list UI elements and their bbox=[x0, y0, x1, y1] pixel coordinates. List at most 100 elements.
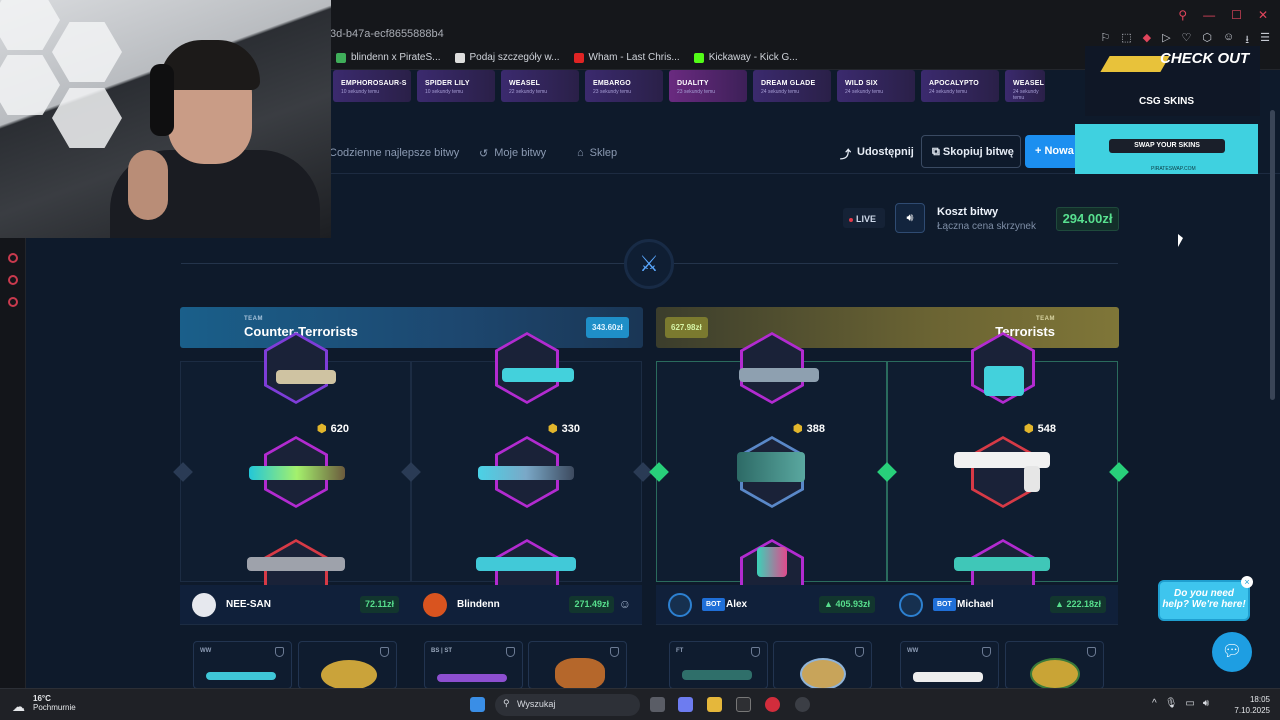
bookmark[interactable]: Podaj szczegóły w... bbox=[454, 52, 560, 63]
player-row[interactable]: Blindenn 271.49zł ☺ bbox=[411, 585, 642, 625]
won-item-card[interactable] bbox=[1005, 641, 1104, 690]
won-item-card[interactable] bbox=[528, 641, 627, 690]
pistol-grip bbox=[1024, 466, 1040, 492]
shield-icon bbox=[610, 647, 619, 657]
search-icon[interactable]: ⚲ bbox=[1178, 8, 1187, 22]
system-tray: ^ 🎙︎ ▭ 🔊︎ bbox=[1152, 698, 1209, 709]
case-tile[interactable]: DREAM GLADE 24 sekundy temu bbox=[753, 70, 831, 102]
copilot-icon[interactable] bbox=[678, 697, 693, 712]
live-dot-icon bbox=[849, 217, 853, 222]
team-t-amount: 627.98zł bbox=[665, 317, 708, 338]
shield-icon bbox=[982, 647, 991, 657]
item-price: ⬢ 388 bbox=[793, 423, 825, 435]
case-tile[interactable]: EMPHOROSAUR-S 10 sekundy temu bbox=[333, 70, 411, 102]
app-icon[interactable] bbox=[795, 697, 810, 712]
store-icon[interactable] bbox=[736, 697, 751, 712]
player-row[interactable]: BOT Michael ▲ 222.18zł bbox=[887, 585, 1118, 625]
windows-start-icon[interactable] bbox=[470, 697, 485, 712]
case-tile[interactable]: APOCALYPTO 24 sekundy temu bbox=[921, 70, 999, 102]
player-row[interactable]: NEE-SAN 72.11zł bbox=[180, 585, 411, 625]
volume-icon[interactable]: 🔊︎ bbox=[1203, 698, 1209, 709]
won-item-card[interactable]: WW bbox=[900, 641, 999, 689]
battle-cost-subtitle: Łączna cena skrzynek bbox=[937, 221, 1036, 232]
shield-icon bbox=[380, 647, 389, 657]
bookmark[interactable]: Wham - Last Chris... bbox=[573, 52, 680, 63]
coin-icon: ⬢ bbox=[793, 423, 803, 435]
copy-icon: ⧉ bbox=[932, 146, 943, 158]
case-tile[interactable]: WEASEL 22 sekundy temu bbox=[501, 70, 579, 102]
shield-icon bbox=[1087, 647, 1096, 657]
recent-cases-strip: EMPHOROSAUR-S 10 sekundy temu SPIDER LILY… bbox=[331, 70, 1087, 106]
kick-icon bbox=[693, 52, 704, 63]
nav-daily-battles[interactable]: Codzienne najlepsze bitwy bbox=[329, 147, 459, 159]
share-button[interactable]: ⤴ Udostępnij bbox=[840, 146, 914, 162]
arrow-up-icon: ▲ bbox=[824, 599, 836, 609]
maximize-icon[interactable]: ☐ bbox=[1231, 8, 1242, 22]
nav-my-battles[interactable]: ↺ Moje bitwy bbox=[479, 147, 546, 160]
sound-toggle[interactable]: 🔊︎ bbox=[895, 203, 925, 233]
team-ct-header: TEAM Counter-Terrorists 343.60zł bbox=[180, 307, 643, 348]
bot-avatar-icon bbox=[668, 593, 692, 617]
share-icon: ⤴ bbox=[840, 149, 851, 161]
pistol-skin bbox=[737, 452, 805, 482]
won-item-card[interactable]: FT bbox=[669, 641, 768, 689]
copy-battle-button[interactable]: ⧉ Skopiuj bitwę bbox=[921, 135, 1021, 168]
address-bar[interactable]: 3d-b47a-ecf8655888b4 bbox=[330, 28, 444, 40]
history-icon[interactable] bbox=[8, 253, 18, 263]
won-item-card[interactable]: WW bbox=[193, 641, 292, 689]
minimize-icon[interactable]: — bbox=[1203, 8, 1215, 22]
file-explorer-icon[interactable] bbox=[707, 697, 722, 712]
nav-shop[interactable]: ⌂ Sklep bbox=[577, 147, 617, 159]
won-item-card[interactable] bbox=[773, 641, 872, 690]
bookmark[interactable]: blindenn x PirateS... bbox=[336, 52, 441, 63]
chevron-up-icon[interactable]: ^ bbox=[1152, 698, 1157, 709]
battle-cost-value: 294.00zł bbox=[1056, 207, 1119, 231]
pirateswap-ad[interactable]: SWAP YOUR SKINS PIRATESWAP.COM bbox=[1075, 124, 1258, 174]
battle-cost-title: Koszt bitwy bbox=[937, 206, 999, 218]
bookmark[interactable]: Kickaway - Kick G... bbox=[693, 52, 798, 63]
won-item-card[interactable]: BS | ST bbox=[424, 641, 523, 689]
player-reel: ⬢ 330 bbox=[411, 332, 642, 611]
bell-icon[interactable] bbox=[8, 275, 18, 285]
cart-icon: ⌂ bbox=[577, 147, 584, 159]
player-name: Blindenn bbox=[457, 599, 500, 610]
smiley-icon[interactable]: ☺ bbox=[619, 597, 631, 611]
help-bubble[interactable]: Do you need help? We're here! bbox=[1158, 580, 1250, 621]
team-ct-amount: 343.60zł bbox=[586, 317, 629, 338]
settings-icon[interactable] bbox=[8, 297, 18, 307]
network-icon[interactable]: ▭ bbox=[1185, 698, 1194, 709]
csgoskins-ad[interactable]: CHECK OUT CSG SKINS bbox=[1085, 46, 1260, 116]
shield-icon bbox=[275, 647, 284, 657]
won-item-card[interactable] bbox=[298, 641, 397, 690]
case-tile[interactable]: SPIDER LILY 10 sekundy temu bbox=[417, 70, 495, 102]
clock[interactable]: 18:05 7.10.2025 bbox=[1234, 694, 1270, 716]
player-value: ▲ 222.18zł bbox=[1050, 596, 1106, 613]
crossed-swords-icon: ⚔ bbox=[624, 239, 674, 289]
player-name: Alex bbox=[726, 599, 748, 610]
rifle-skin bbox=[247, 557, 345, 571]
player-reel: ⬢ 620 bbox=[180, 332, 411, 611]
bot-badge: BOT bbox=[702, 598, 725, 611]
menu-icon[interactable]: ☰ bbox=[1260, 31, 1270, 50]
bot-badge: BOT bbox=[933, 598, 956, 611]
microphone-icon[interactable]: 🎙︎ bbox=[1165, 698, 1178, 709]
player-row[interactable]: BOT Alex ▲ 405.93zł bbox=[656, 585, 887, 625]
rifle-skin bbox=[476, 557, 576, 571]
close-icon[interactable]: ✕ bbox=[1258, 8, 1268, 22]
case-tile[interactable]: EMBARGO 23 sekundy temu bbox=[585, 70, 663, 102]
player-name: NEE-SAN bbox=[226, 599, 272, 610]
case-tile[interactable]: WILD SIX 24 sekundy temu bbox=[837, 70, 915, 102]
case-tile[interactable]: WEASEL 24 sekundy temu bbox=[1005, 70, 1045, 102]
weather-widget[interactable]: ☁ 16°C Pochmurnie bbox=[12, 694, 76, 714]
scrollbar[interactable] bbox=[1270, 110, 1275, 400]
close-icon[interactable]: × bbox=[1241, 576, 1253, 588]
mouse-cursor-icon bbox=[1178, 234, 1183, 247]
taskbar-search[interactable]: ⚲ Wyszukaj bbox=[495, 694, 640, 716]
chat-icon[interactable]: 💬︎ bbox=[1212, 632, 1252, 672]
coin-icon: ⬢ bbox=[548, 423, 558, 435]
task-view-icon[interactable] bbox=[650, 697, 665, 712]
case-tile[interactable]: DUALITY 23 sekundy temu bbox=[669, 70, 747, 102]
bookmark-icon bbox=[336, 52, 346, 63]
swap-skins-button[interactable]: SWAP YOUR SKINS bbox=[1109, 139, 1225, 153]
opera-gx-icon[interactable] bbox=[765, 697, 780, 712]
